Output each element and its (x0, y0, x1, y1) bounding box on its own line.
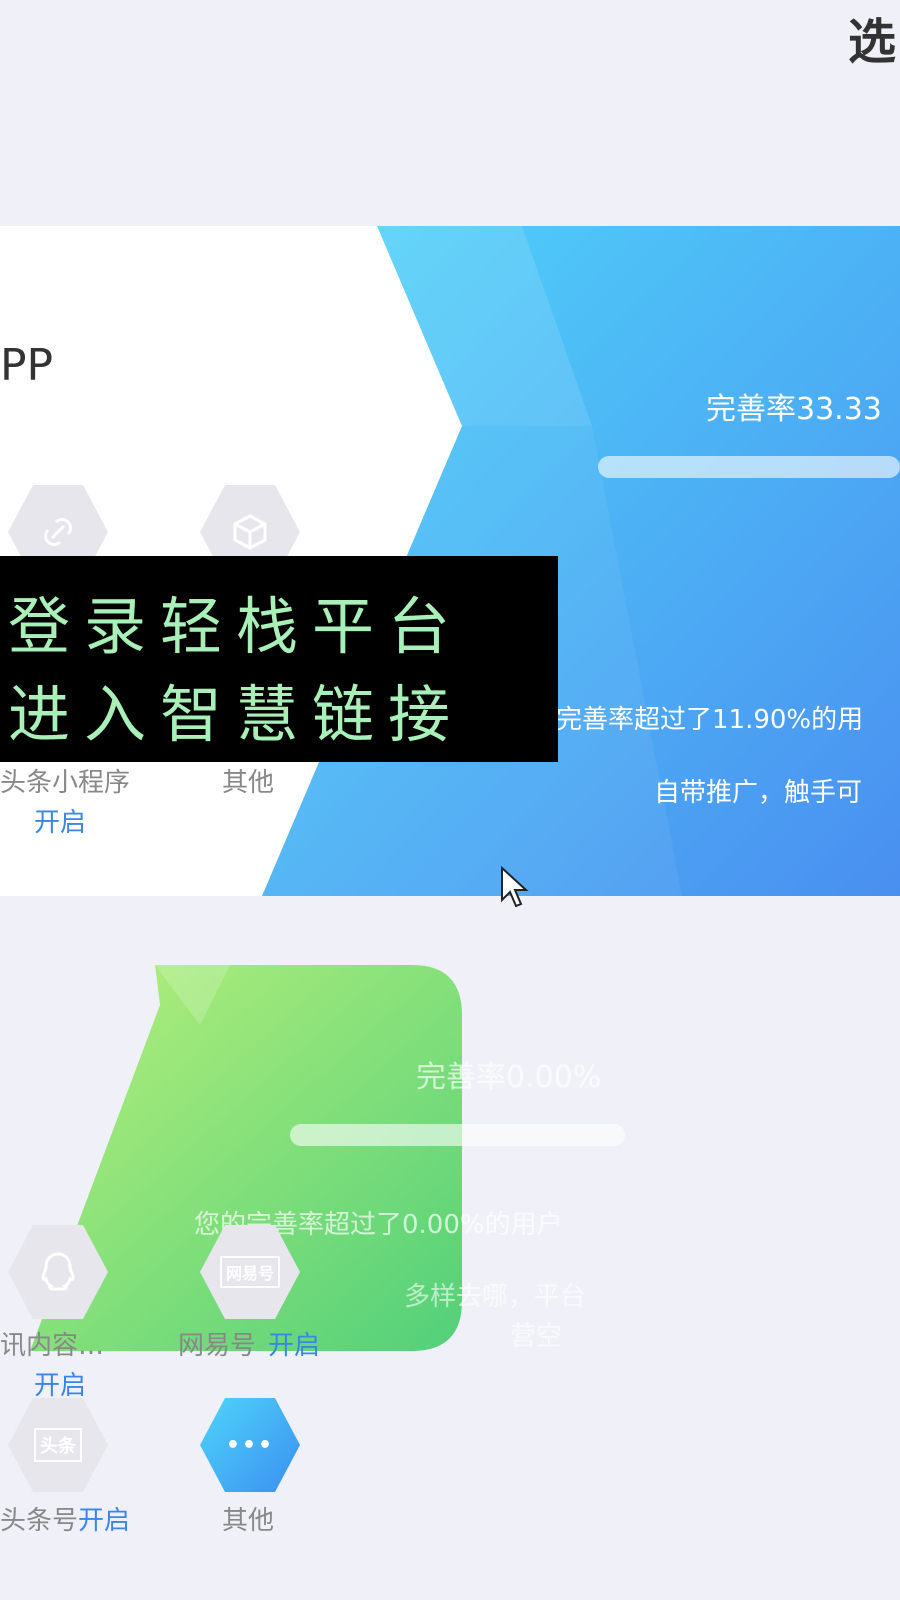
caption-line-1: 登录轻栈平台 (8, 590, 465, 663)
caption-line-2: 进入智慧链接 (8, 678, 465, 751)
page-title-fragment: 选 (848, 14, 897, 70)
other-app-label: 其他 (222, 768, 275, 798)
qq-icon (41, 1252, 75, 1291)
content-completion-text: 完善率0.00% (416, 1060, 602, 1095)
other-content-label: 其他 (222, 1506, 275, 1536)
toutiao-label: 头条号 (0, 1506, 79, 1536)
cube-icon (233, 514, 267, 550)
qq-content-label: 讯内容… (0, 1331, 105, 1361)
netease-icon: 网易号 (219, 1256, 280, 1288)
more-icon: ••• (225, 1432, 275, 1458)
netease-status[interactable]: 开启 (268, 1325, 320, 1362)
app-exceeded-text: 完善率超过了11.90%的用 (556, 705, 864, 735)
link-icon (44, 518, 72, 546)
mouse-cursor-icon (501, 866, 529, 908)
content-progress-bar (290, 1124, 625, 1146)
caption-overlay: 登录轻栈平台 进入智慧链接 (0, 556, 558, 762)
toutiao-button[interactable]: 头条 (8, 1398, 108, 1492)
content-slogan-line2: 营空 (510, 1322, 563, 1352)
app-completion-text: 完善率33.33 (706, 392, 882, 427)
other-content-button[interactable]: ••• (200, 1398, 300, 1492)
mini-program-status[interactable]: 开启 (34, 802, 86, 839)
app-card-title: PP (0, 340, 54, 391)
toutiao-icon: 头条 (34, 1428, 82, 1462)
mini-program-label: 头条小程序 (0, 768, 131, 798)
qq-content-status[interactable]: 开启 (34, 1365, 86, 1402)
content-slogan-line1: 多样去哪，平台 (404, 1282, 587, 1312)
app-progress-bar (598, 456, 900, 478)
app-slogan: 自带推广，触手可 (654, 778, 863, 808)
netease-label: 网易号 (178, 1331, 257, 1361)
toutiao-status[interactable]: 开启 (78, 1500, 130, 1537)
